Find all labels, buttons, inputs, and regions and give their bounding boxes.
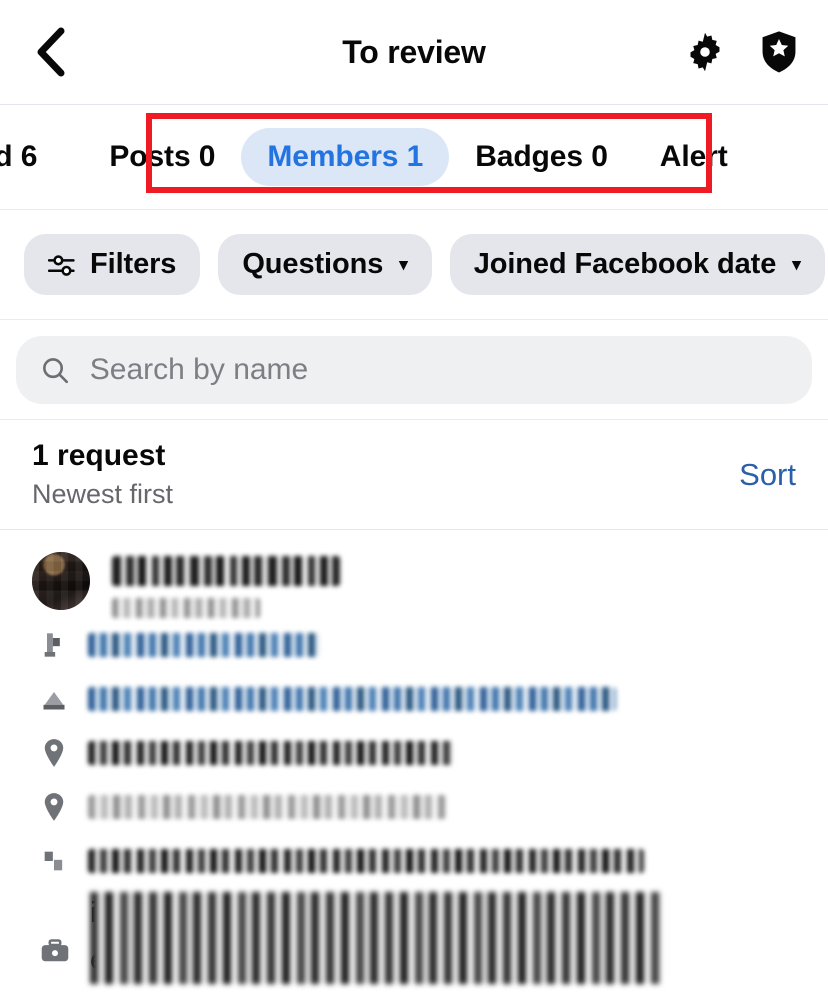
filter-chip-scroller[interactable]: Filters Questions ▾ Joined Facebook date… bbox=[0, 210, 828, 319]
moderation-button[interactable] bbox=[756, 29, 802, 75]
chevron-down-icon: ▾ bbox=[792, 255, 801, 274]
tab-posts[interactable]: Posts 0 bbox=[83, 128, 241, 186]
header-actions bbox=[682, 29, 802, 75]
work-entry-redaction bbox=[90, 892, 662, 984]
detail-row bbox=[0, 834, 828, 888]
chevron-down-icon: ▾ bbox=[399, 255, 408, 274]
request-summary: 1 request Newest first Sort bbox=[0, 420, 828, 530]
detail-row bbox=[0, 726, 828, 780]
joined-date-chip[interactable]: Joined Facebook date ▾ bbox=[449, 234, 825, 295]
sort-description: Newest first bbox=[32, 479, 174, 509]
briefcase-icon bbox=[40, 890, 70, 971]
location-pin-icon bbox=[40, 792, 68, 822]
sliders-icon bbox=[48, 254, 75, 276]
location-pin-icon bbox=[40, 738, 68, 768]
tab-alerts[interactable]: Alert bbox=[634, 128, 754, 186]
avatar-pixelation-overlay bbox=[32, 552, 90, 610]
detail-row bbox=[0, 618, 828, 672]
search-icon bbox=[43, 357, 68, 383]
detail-text bbox=[88, 633, 320, 657]
tab-badges[interactable]: Badges 0 bbox=[449, 128, 634, 186]
relationship-icon bbox=[40, 847, 68, 875]
sort-button[interactable]: Sort bbox=[739, 457, 796, 493]
avatar[interactable] bbox=[32, 552, 90, 610]
request-count: 1 request bbox=[32, 439, 166, 472]
work-entry-row: ive and ellectual Network TM bbox=[0, 888, 828, 995]
member-review-screen: To review orted 6 Posts 0 Members 1 bbox=[0, 0, 828, 995]
tab-members[interactable]: Members 1 bbox=[241, 128, 450, 186]
education-icon bbox=[40, 631, 68, 659]
filters-chip-label: Filters bbox=[90, 248, 177, 280]
detail-text bbox=[88, 741, 454, 765]
settings-button[interactable] bbox=[682, 29, 728, 75]
summary-text-group: 1 request Newest first bbox=[32, 439, 173, 510]
detail-text bbox=[88, 849, 644, 873]
detail-text bbox=[88, 687, 616, 711]
detail-row bbox=[0, 672, 828, 726]
search-input[interactable] bbox=[87, 351, 788, 388]
tab-scroller[interactable]: orted 6 Posts 0 Members 1 Badges 0 Alert bbox=[0, 105, 754, 209]
member-header bbox=[0, 544, 828, 618]
search-box[interactable] bbox=[16, 335, 812, 404]
filter-chip-bar: Filters Questions ▾ Joined Facebook date… bbox=[0, 210, 828, 320]
questions-chip-label: Questions bbox=[242, 248, 384, 280]
work-entry-text: ive and ellectual Network TM bbox=[90, 890, 790, 995]
app-header: To review bbox=[0, 0, 828, 105]
joined-date-chip-label: Joined Facebook date bbox=[473, 248, 777, 280]
member-request-card[interactable]: ive and ellectual Network TM bbox=[0, 530, 828, 995]
review-tab-bar: orted 6 Posts 0 Members 1 Badges 0 Alert bbox=[0, 105, 828, 210]
tab-reported[interactable]: orted 6 bbox=[0, 128, 63, 186]
detail-row bbox=[0, 780, 828, 834]
shield-star-icon bbox=[762, 31, 796, 73]
detail-text bbox=[88, 795, 446, 819]
member-name bbox=[112, 556, 340, 586]
member-subtitle bbox=[112, 598, 260, 618]
work-icon bbox=[40, 686, 68, 712]
filters-chip[interactable]: Filters bbox=[24, 234, 201, 295]
gear-icon bbox=[690, 32, 720, 72]
member-name-group bbox=[112, 552, 340, 618]
search-section bbox=[0, 320, 828, 420]
questions-chip[interactable]: Questions ▾ bbox=[218, 234, 432, 295]
